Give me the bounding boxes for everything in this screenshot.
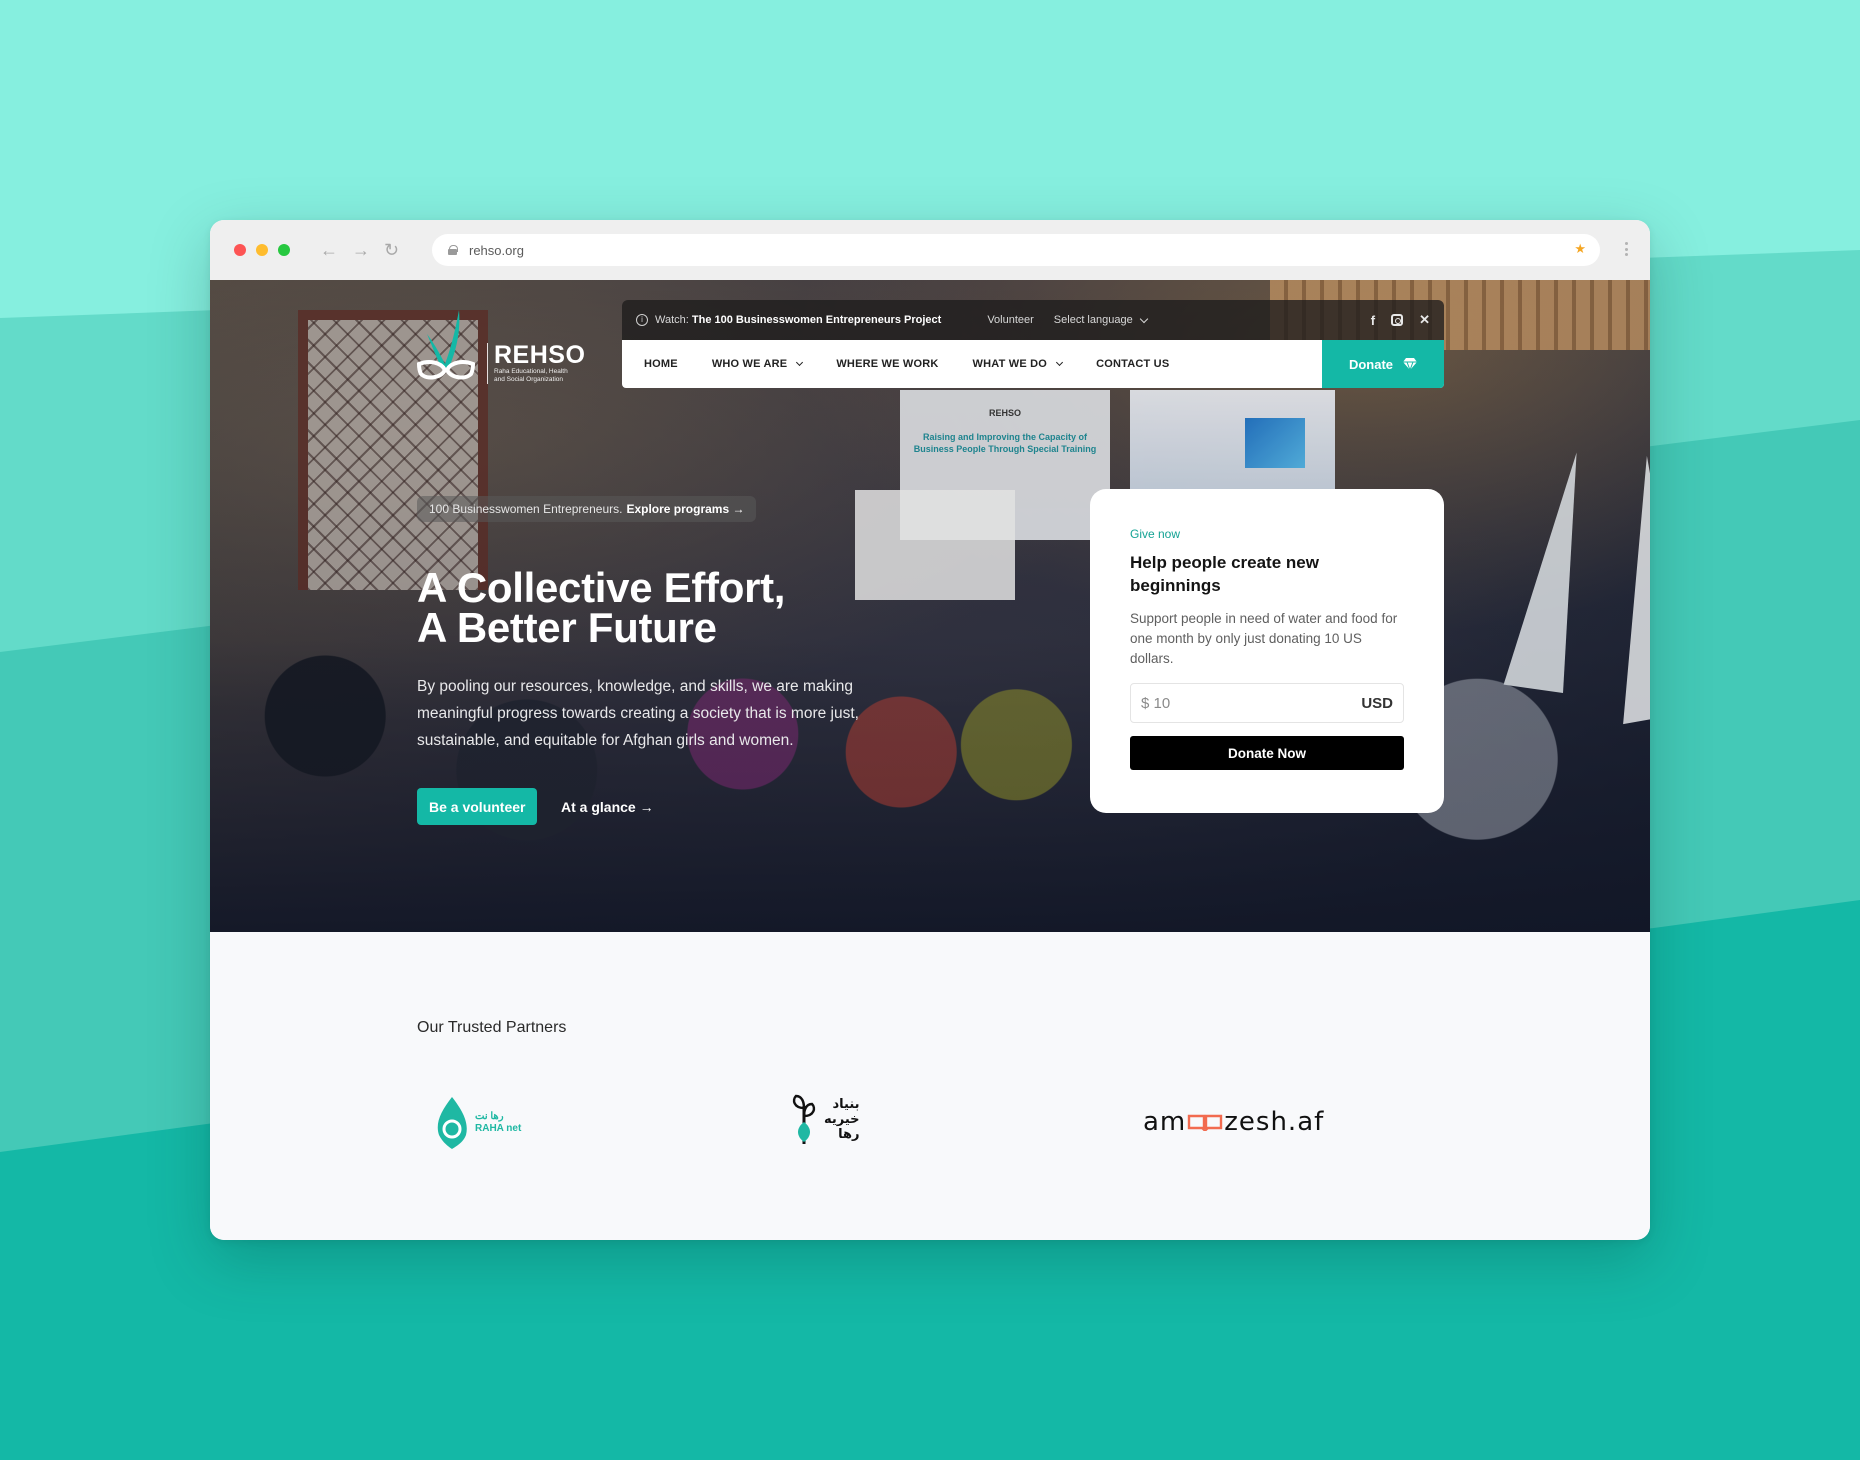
- bonyad-arabic-line2: خیریه: [824, 1111, 860, 1127]
- banner-logo-text: REHSO: [988, 408, 1021, 418]
- open-book-icon: [1188, 1114, 1223, 1131]
- donate-button[interactable]: Donate: [1322, 340, 1444, 388]
- site-logo[interactable]: REHSO Raha Educational, Health and Socia…: [415, 308, 585, 384]
- minimize-window-button[interactable]: [256, 244, 268, 256]
- back-arrow-icon[interactable]: ←: [320, 241, 338, 259]
- rahanet-leaf-icon: [437, 1097, 467, 1149]
- diamond-icon: [1403, 358, 1418, 370]
- instagram-icon[interactable]: [1391, 314, 1404, 326]
- card-description: Support people in need of water and food…: [1130, 611, 1398, 666]
- browser-window: ← → ↻ rehso.org ★ REHSO Raising and Impr…: [210, 220, 1650, 1240]
- chevron-down-icon: [796, 358, 804, 367]
- nav-item-label: WHERE WE WORK: [836, 358, 939, 370]
- forward-arrow-icon[interactable]: →: [352, 241, 370, 259]
- partner-logo-bonyad-khairia-raha[interactable]: بنیاد خیریه رها: [790, 1094, 860, 1144]
- nav-item-what-we-do[interactable]: WHAT WE DO: [972, 358, 1064, 370]
- chevron-down-icon: [1056, 358, 1064, 367]
- language-select[interactable]: Select language: [1053, 314, 1148, 326]
- hero-title: A Collective Effort, A Better Future: [417, 567, 785, 651]
- watch-prefix: Watch:: [655, 314, 689, 326]
- language-select-label: Select language: [1053, 314, 1133, 326]
- close-window-button[interactable]: [234, 244, 246, 256]
- amount-input[interactable]: [1153, 694, 1334, 712]
- hero-section: REHSO Raising and Improving the Capacity…: [210, 280, 1650, 932]
- pill-text: 100 Businesswomen Entrepreneurs.: [429, 502, 623, 516]
- sprout-icon: [792, 1094, 816, 1144]
- nav-item-label: WHAT WE DO: [972, 358, 1048, 370]
- donate-button-label: Donate: [1348, 356, 1394, 372]
- be-a-volunteer-button[interactable]: Be a volunteer: [417, 788, 538, 825]
- announcement-bar: i Watch: The 100 Businesswomen Entrepren…: [622, 300, 1444, 340]
- watch-link[interactable]: Watch: The 100 Businesswomen Entrepreneu…: [655, 314, 941, 326]
- url-text: rehso.org: [469, 242, 524, 258]
- bonyad-arabic-line3: رها: [838, 1126, 860, 1142]
- nav-item-label: HOME: [644, 358, 678, 370]
- star-icon[interactable]: ★: [1574, 241, 1586, 257]
- partners-section: Our Trusted Partners رها نت RAHA net بنی…: [210, 932, 1650, 1240]
- bonyad-arabic-line1: بنیاد: [832, 1096, 860, 1112]
- watch-title: The 100 Businesswomen Entrepreneurs Proj…: [691, 314, 942, 326]
- info-icon: i: [636, 314, 648, 326]
- kebab-menu-icon[interactable]: [1625, 242, 1628, 256]
- nav-item-label: CONTACT US: [1096, 358, 1170, 370]
- nav-item-label: WHO WE ARE: [711, 358, 788, 370]
- currency-label: USD: [1361, 694, 1393, 712]
- brand-subtitle-line1: Raha Educational, Health: [494, 368, 568, 376]
- browser-toolbar: ← → ↻ rehso.org ★: [210, 220, 1650, 280]
- card-title: Help people create new beginnings: [1130, 553, 1319, 595]
- at-a-glance-link[interactable]: At a glance →: [561, 788, 654, 825]
- lock-icon: [448, 245, 458, 255]
- hero-title-line2: A Better Future: [417, 604, 717, 651]
- nav-item-home[interactable]: HOME: [644, 358, 678, 370]
- donation-amount-field[interactable]: $ USD: [1130, 683, 1404, 723]
- reload-icon[interactable]: ↻: [384, 241, 399, 259]
- donation-card: Give now Help people create new beginnin…: [1090, 489, 1444, 813]
- address-bar[interactable]: rehso.org ★: [432, 234, 1600, 266]
- window-controls: [234, 244, 290, 256]
- nav-item-where-we-work[interactable]: WHERE WE WORK: [836, 358, 938, 370]
- nav-item-contact-us[interactable]: CONTACT US: [1096, 358, 1169, 370]
- banner-title-text: Raising and Improving the Capacity of Bu…: [913, 432, 1097, 454]
- main-nav: HOME WHO WE ARE WHERE WE WORK WHAT WE DO…: [622, 340, 1444, 388]
- volunteer-link[interactable]: Volunteer: [987, 314, 1033, 326]
- nav-item-who-we-are[interactable]: WHO WE ARE: [711, 358, 804, 370]
- card-eyebrow: Give now: [1130, 527, 1181, 541]
- partner-logo-rahanet[interactable]: رها نت RAHA net: [435, 1097, 521, 1149]
- brand-subtitle-line2: and Social Organization: [494, 376, 564, 384]
- announcement-pill: 100 Businesswomen Entrepreneurs. Explore…: [417, 496, 757, 522]
- donate-now-button[interactable]: Donate Now: [1130, 736, 1404, 770]
- hero-description: By pooling our resources, knowledge, and…: [417, 678, 859, 749]
- brand-name: REHSO: [494, 341, 586, 370]
- chevron-down-icon: [1139, 314, 1148, 323]
- currency-prefix: $: [1141, 694, 1150, 712]
- rahanet-arabic: رها نت: [475, 1111, 504, 1122]
- amoozesh-text-end: zesh.af: [1224, 1107, 1325, 1137]
- partner-logo-amoozesh[interactable]: am zesh.af: [1143, 1107, 1324, 1137]
- explore-programs-link[interactable]: Explore programs →: [626, 502, 744, 516]
- amoozesh-text-start: am: [1143, 1107, 1187, 1137]
- facebook-icon[interactable]: f: [1371, 313, 1375, 328]
- x-icon[interactable]: ✕: [1419, 312, 1430, 328]
- maximize-window-button[interactable]: [278, 244, 290, 256]
- partners-heading: Our Trusted Partners: [417, 1019, 567, 1036]
- rehso-leaf-icon: [416, 310, 476, 380]
- background-photo-screen: [1130, 390, 1335, 490]
- rahanet-latin: RAHA net: [475, 1123, 522, 1134]
